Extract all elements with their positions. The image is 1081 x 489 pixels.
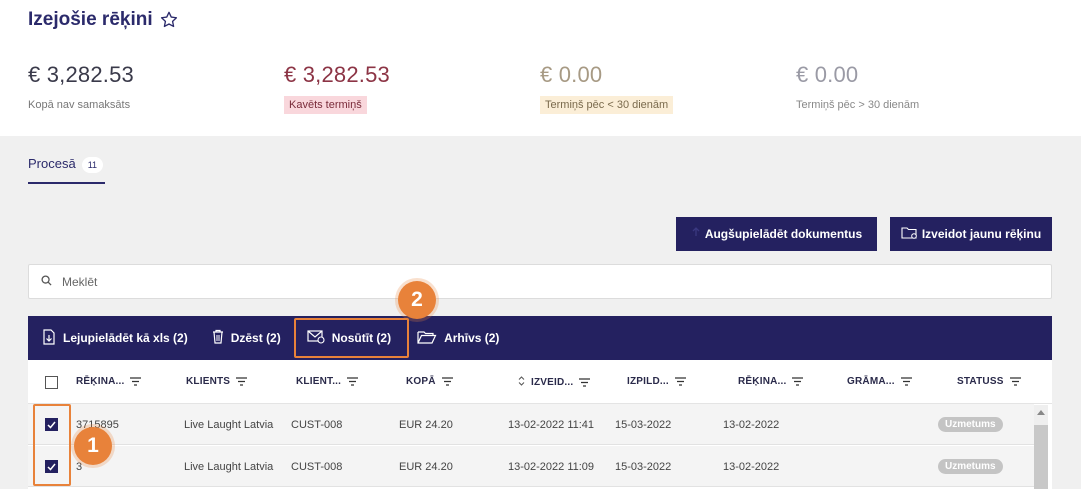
upload-documents-label: Augšupielādēt dokumentus [704, 227, 863, 241]
download-xls-label: Lejupielādēt kā xls (2) [63, 331, 188, 345]
cell-invoice-date: 13-02-2022 [723, 419, 780, 431]
cell-invoice-date: 13-02-2022 [723, 461, 780, 473]
column-header-invoice-date[interactable]: RĒĶINA... [738, 376, 804, 387]
column-header-book[interactable]: GRĀMA... [847, 376, 912, 387]
scroll-up-arrow-icon[interactable] [1037, 410, 1045, 415]
archive-button[interactable]: Arhīvs (2) [411, 316, 505, 360]
tab-label: Procesā [28, 156, 76, 171]
column-header-total[interactable]: KOPĀ [406, 376, 453, 387]
trash-icon [212, 329, 224, 347]
stat-total-unpaid: € 3,282.53 Kopā nav samaksāts [28, 62, 135, 114]
table-header: RĒĶINA... KLIENTS KLIENT... KOPĀ IZVEID.… [28, 360, 1052, 404]
stat-label: Kopā nav samaksāts [28, 99, 131, 111]
table-row[interactable]: 3 Live Laught Latvia CUST-008 EUR 24.20 … [28, 446, 1034, 487]
select-all-checkbox[interactable] [45, 376, 58, 389]
stat-overdue[interactable]: € 3,282.53 Kavēts termiņš [284, 62, 390, 114]
star-icon[interactable] [159, 10, 179, 30]
stat-amount: € 3,282.53 [28, 62, 134, 87]
column-header-status[interactable]: STATUSS [957, 376, 1021, 387]
step-badge-2: 2 [398, 281, 436, 319]
download-file-icon [42, 328, 56, 348]
download-xls-button[interactable]: Lejupielādēt kā xls (2) [36, 316, 194, 360]
step-badge-1: 1 [74, 427, 112, 465]
column-header-created[interactable]: IZVEID... [518, 376, 591, 389]
page-title-row: Izejošie rēķini [28, 9, 179, 31]
stat-label: Termiņš pēc > 30 dienām [796, 99, 920, 111]
stat-due-under-30[interactable]: € 0.00 Termiņš pēc < 30 dienām [540, 62, 674, 114]
cell-total: EUR 24.20 [399, 461, 453, 473]
cell-due: 15-03-2022 [615, 419, 672, 431]
stat-amount: € 0.00 [796, 62, 859, 87]
column-header-invoice-number[interactable]: RĒĶINA... [76, 376, 142, 387]
column-header-client[interactable]: KLIENTS [186, 376, 248, 387]
filter-icon[interactable] [130, 377, 142, 386]
cell-total: EUR 24.20 [399, 419, 453, 431]
cell-created: 13-02-2022 11:09 [508, 461, 595, 473]
stat-amount: € 3,282.53 [284, 62, 390, 87]
page-title: Izejošie rēķini [28, 9, 153, 30]
table-row[interactable]: 3715895 Live Laught Latvia CUST-008 EUR … [28, 404, 1034, 445]
cell-client: Live Laught Latvia [184, 419, 274, 431]
summary-header: Izejošie rēķini € 3,282.53 Kopā nav sama… [0, 0, 1081, 136]
archive-label: Arhīvs (2) [444, 331, 500, 345]
filter-icon[interactable] [792, 377, 804, 386]
stat-badge: Kavēts termiņš [284, 96, 367, 114]
delete-label: Dzēst (2) [230, 331, 281, 345]
filter-icon[interactable] [236, 377, 248, 386]
upload-documents-button[interactable]: Augšupielādēt dokumentus [676, 217, 877, 251]
cell-due: 15-03-2022 [615, 461, 672, 473]
search-input[interactable] [62, 274, 962, 289]
column-header-client-id[interactable]: KLIENT... [296, 376, 359, 387]
invoices-table: RĒĶINA... KLIENTS KLIENT... KOPĀ IZVEID.… [28, 360, 1052, 489]
cell-created: 13-02-2022 11:41 [508, 419, 595, 431]
filter-icon[interactable] [441, 377, 453, 386]
stat-due-over-30[interactable]: € 0.00 Termiņš pēc > 30 dienām [796, 62, 924, 114]
scrollbar-thumb[interactable] [1034, 425, 1048, 489]
bulk-action-bar: Lejupielādēt kā xls (2) Dzēst (2) Nosūtī… [28, 316, 1052, 360]
cell-client-id: CUST-008 [291, 461, 343, 473]
filter-icon[interactable] [579, 378, 591, 387]
sort-icon[interactable] [518, 376, 525, 389]
search-bar[interactable] [28, 264, 1052, 299]
stat-badge: Termiņš pēc < 30 dienām [540, 96, 674, 114]
create-invoice-button[interactable]: Izveidot jaunu rēķinu [890, 217, 1052, 251]
folder-add-icon [901, 226, 918, 242]
upload-icon [691, 226, 701, 242]
column-header-due[interactable]: IZPILD... [627, 376, 686, 387]
search-icon [41, 273, 52, 291]
folder-open-icon [417, 330, 437, 347]
highlight-row-checkboxes [33, 404, 71, 486]
filter-icon[interactable] [674, 377, 686, 386]
delete-button[interactable]: Dzēst (2) [206, 316, 287, 360]
table-scrollbar[interactable] [1034, 405, 1048, 489]
cell-client: Live Laught Latvia [184, 461, 274, 473]
filter-icon[interactable] [347, 377, 359, 386]
tab-count-badge: 11 [81, 157, 104, 173]
tab-in-process[interactable]: Procesā 11 [28, 156, 106, 184]
filter-icon[interactable] [900, 377, 912, 386]
filter-icon[interactable] [1009, 377, 1021, 386]
create-invoice-label: Izveidot jaunu rēķinu [921, 227, 1042, 241]
status-badge: Uzmetums [938, 459, 1003, 474]
highlight-send-button [294, 318, 409, 358]
cell-invoice-number: 3 [76, 461, 83, 473]
cell-client-id: CUST-008 [291, 419, 343, 431]
stat-amount: € 0.00 [540, 62, 603, 87]
status-badge: Uzmetums [938, 417, 1003, 432]
